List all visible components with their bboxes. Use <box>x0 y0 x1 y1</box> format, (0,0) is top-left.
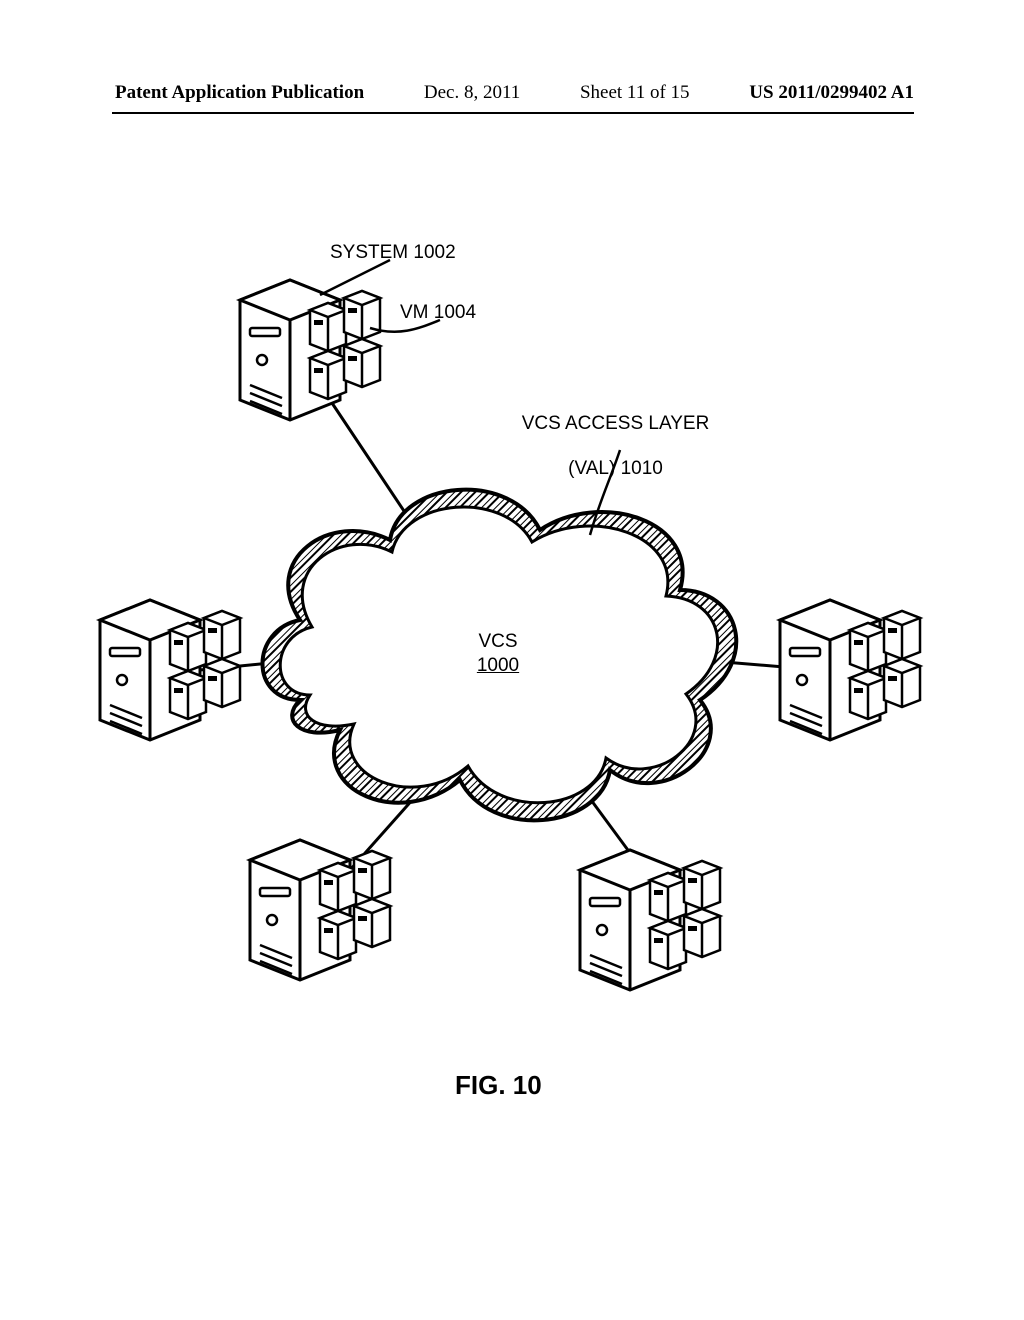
figure-caption: FIG. 10 <box>455 1070 542 1101</box>
server-top <box>240 280 380 420</box>
label-vcs: VCS 1000 <box>458 630 538 678</box>
label-val-line2: (VAL) 1010 <box>568 458 663 479</box>
label-val: VCS ACCESS LAYER (VAL) 1010 <box>490 390 709 504</box>
header-sheet: Sheet 11 of 15 <box>580 82 690 104</box>
system-leader <box>320 260 390 295</box>
server-bottom-right <box>580 850 720 990</box>
server-bottom-left <box>250 840 390 980</box>
header-rule <box>112 112 914 114</box>
label-system: SYSTEM 1002 <box>330 242 456 265</box>
page-header: Patent Application Publication Dec. 8, 2… <box>115 82 914 104</box>
server-left <box>100 600 240 740</box>
header-pubno: US 2011/0299402 A1 <box>749 82 914 104</box>
figure-canvas: SYSTEM 1002 VM 1004 VCS ACCESS LAYER (VA… <box>0 140 1024 1140</box>
server-right <box>780 600 920 740</box>
label-val-line1: VCS ACCESS LAYER <box>522 413 710 434</box>
label-vcs-name: VCS <box>478 631 517 652</box>
header-date: Dec. 8, 2011 <box>424 82 520 104</box>
header-publication: Patent Application Publication <box>115 82 364 104</box>
label-vcs-number: 1000 <box>477 655 519 676</box>
label-vm: VM 1004 <box>400 302 476 325</box>
